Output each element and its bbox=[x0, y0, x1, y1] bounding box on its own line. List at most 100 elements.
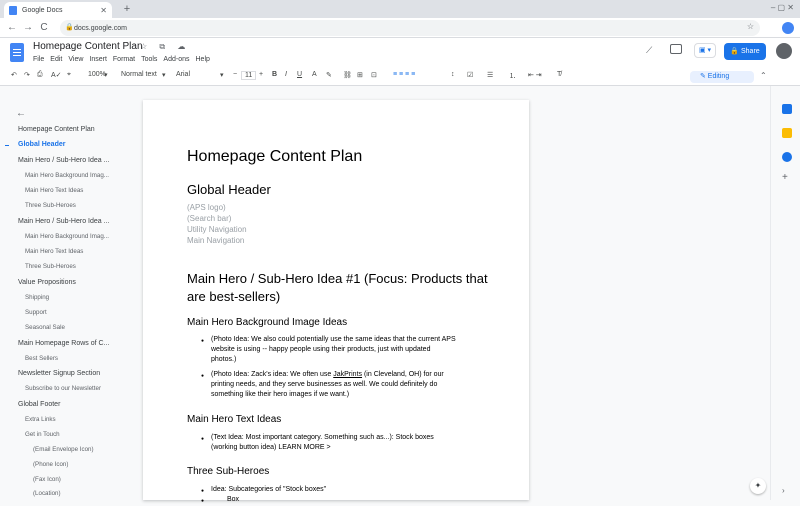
editing-mode-select[interactable]: ✎ Editing bbox=[690, 71, 754, 83]
document-title[interactable]: Homepage Content Plan bbox=[33, 41, 143, 52]
menu-addons[interactable]: Add-ons bbox=[163, 56, 189, 63]
menu-format[interactable]: Format bbox=[113, 56, 135, 63]
outline-item[interactable]: Main Hero Background Imag... bbox=[25, 233, 109, 240]
chevron-down-icon: ▾ bbox=[104, 72, 108, 79]
redo-icon[interactable]: ↷ bbox=[24, 71, 30, 79]
menu-tools[interactable]: Tools bbox=[141, 56, 157, 63]
paint-format-icon[interactable]: ⌖ bbox=[67, 71, 71, 79]
outline-item[interactable]: Homepage Content Plan bbox=[18, 126, 95, 133]
header-item: Main Navigation bbox=[187, 236, 245, 245]
collapse-menus-icon[interactable]: ⌃ bbox=[760, 71, 767, 80]
explore-icon[interactable]: ✦ bbox=[750, 478, 766, 494]
outline-item[interactable]: Seasonal Sale bbox=[25, 324, 65, 331]
outline-item[interactable]: (Phone Icon) bbox=[33, 461, 68, 468]
add-ons-plus-icon[interactable]: + bbox=[782, 172, 788, 183]
clear-formatting-icon[interactable]: T̸ bbox=[557, 71, 561, 78]
outline-item[interactable]: Main Homepage Rows of C... bbox=[18, 340, 109, 347]
tasks-icon[interactable] bbox=[782, 152, 792, 162]
spellcheck-icon[interactable]: A✓ bbox=[51, 71, 62, 79]
browser-profile-avatar[interactable] bbox=[782, 22, 794, 34]
bulleted-list-icon[interactable]: ☰ bbox=[487, 71, 493, 79]
docs-home-icon[interactable] bbox=[10, 43, 24, 62]
highlight-icon[interactable]: ✎ bbox=[326, 71, 332, 79]
comment-history-icon[interactable] bbox=[670, 44, 682, 54]
omnibox[interactable]: 🔒 docs.google.com ☆ bbox=[60, 20, 760, 36]
heading-hero-1-cont: are best-sellers) bbox=[187, 289, 281, 304]
expand-panel-icon[interactable]: › bbox=[782, 486, 785, 495]
insert-image-icon[interactable]: ⊡ bbox=[371, 71, 377, 79]
style-select[interactable]: Normal text bbox=[121, 71, 157, 78]
print-icon[interactable]: ⎙ bbox=[37, 71, 43, 79]
share-button[interactable]: 🔒 Share bbox=[724, 43, 766, 60]
checklist-icon[interactable]: ☑ bbox=[467, 71, 473, 79]
heading-hero-1: Main Hero / Sub-Hero Idea #1 (Focus: Pro… bbox=[187, 271, 488, 286]
activity-trend-icon[interactable]: ⟋ bbox=[646, 45, 652, 56]
lock-icon: 🔒 bbox=[65, 24, 74, 31]
menu-insert[interactable]: Insert bbox=[89, 56, 107, 63]
text-color-button[interactable]: A bbox=[312, 71, 317, 78]
undo-icon[interactable]: ↶ bbox=[11, 71, 17, 79]
outline-item[interactable]: Newsletter Signup Section bbox=[18, 370, 100, 377]
calendar-icon[interactable] bbox=[782, 104, 792, 114]
outline-item-active[interactable]: Global Header bbox=[18, 141, 65, 148]
list-item: Idea: Subcategories of "Stock boxes" bbox=[187, 485, 457, 496]
tab-close-icon[interactable]: ✕ bbox=[100, 6, 107, 15]
close-outline-icon[interactable]: ← bbox=[16, 108, 26, 119]
outline-item[interactable]: Three Sub-Heroes bbox=[25, 263, 76, 270]
add-comment-icon[interactable]: ⊞ bbox=[357, 71, 363, 79]
outline-item[interactable]: (Location) bbox=[33, 490, 61, 497]
outline-item[interactable]: Get in Touch bbox=[25, 431, 60, 438]
title-action-icons[interactable]: ☆ ⧉ ☁ bbox=[140, 42, 190, 52]
outline-item[interactable]: Main Hero / Sub-Hero Idea ... bbox=[18, 157, 109, 164]
line-spacing-icon[interactable]: ↕ bbox=[451, 71, 455, 78]
window-controls[interactable]: – ▢ ✕ bbox=[771, 3, 794, 12]
font-size-decrease[interactable]: − bbox=[233, 71, 237, 78]
jakprints-link[interactable]: JakPrints bbox=[333, 371, 362, 378]
font-size-input[interactable]: 11 bbox=[241, 71, 257, 80]
meet-button[interactable]: ▣ ▾ bbox=[694, 43, 716, 58]
outline-item[interactable]: Three Sub-Heroes bbox=[25, 202, 76, 209]
reload-icon[interactable]: C bbox=[38, 22, 50, 33]
forward-icon[interactable]: → bbox=[22, 22, 34, 33]
link-icon[interactable]: ⛓ bbox=[343, 71, 352, 79]
page-title: Homepage Content Plan bbox=[187, 148, 363, 165]
bookmark-star-icon[interactable]: ☆ bbox=[747, 22, 754, 31]
outline-item[interactable]: Global Footer bbox=[18, 401, 60, 408]
outline-item[interactable]: Main Hero Text Ideas bbox=[25, 187, 83, 194]
chevron-down-icon: ▾ bbox=[162, 72, 166, 79]
font-size-increase[interactable]: + bbox=[259, 71, 263, 78]
user-avatar[interactable] bbox=[776, 43, 792, 59]
menu-file[interactable]: File bbox=[33, 56, 44, 63]
back-icon[interactable]: ← bbox=[6, 22, 18, 33]
menu-edit[interactable]: Edit bbox=[50, 56, 62, 63]
keep-icon[interactable] bbox=[782, 128, 792, 138]
docs-favicon-icon bbox=[9, 5, 17, 15]
outline-item[interactable]: Extra Links bbox=[25, 416, 56, 423]
outline-item[interactable]: Shipping bbox=[25, 294, 49, 301]
header-item: Utility Navigation bbox=[187, 225, 247, 234]
new-tab-button[interactable]: + bbox=[120, 3, 134, 15]
outline-item[interactable]: Main Hero / Sub-Hero Idea ... bbox=[18, 218, 109, 225]
heading-text-ideas: Main Hero Text Ideas bbox=[187, 414, 282, 425]
indent-icons[interactable]: ⇤ ⇥ bbox=[528, 71, 542, 79]
outline-item[interactable]: Value Propositions bbox=[18, 279, 76, 286]
outline-item[interactable]: (Fax Icon) bbox=[33, 476, 61, 483]
outline-item[interactable]: Main Hero Text Ideas bbox=[25, 248, 83, 255]
outline-item[interactable]: Best Sellers bbox=[25, 355, 58, 362]
heading-sub-heroes: Three Sub-Heroes bbox=[187, 466, 270, 477]
underline-button[interactable]: U bbox=[297, 71, 302, 78]
menu-view[interactable]: View bbox=[68, 56, 83, 63]
font-select[interactable]: Arial bbox=[176, 71, 190, 78]
menu-help[interactable]: Help bbox=[196, 56, 210, 63]
bold-button[interactable]: B bbox=[272, 71, 277, 78]
italic-button[interactable]: I bbox=[285, 71, 287, 78]
outline-item[interactable]: Subscribe to our Newsletter bbox=[25, 385, 101, 392]
outline-item[interactable]: Support bbox=[25, 309, 47, 316]
document-page[interactable]: Homepage Content Plan Global Header (APS… bbox=[143, 100, 529, 506]
bullet-text: (Photo Idea: Zack's idea: We often use bbox=[211, 371, 334, 378]
outline-item[interactable]: (Email Envelope Icon) bbox=[33, 446, 94, 453]
align-buttons[interactable]: ≡ ≡ ≡ ≡ bbox=[393, 71, 415, 78]
browser-tab[interactable]: Google Docs ✕ bbox=[4, 2, 112, 18]
outline-item[interactable]: Main Hero Background Imag... bbox=[25, 172, 109, 179]
numbered-list-icon[interactable]: ⒈ bbox=[509, 71, 516, 81]
